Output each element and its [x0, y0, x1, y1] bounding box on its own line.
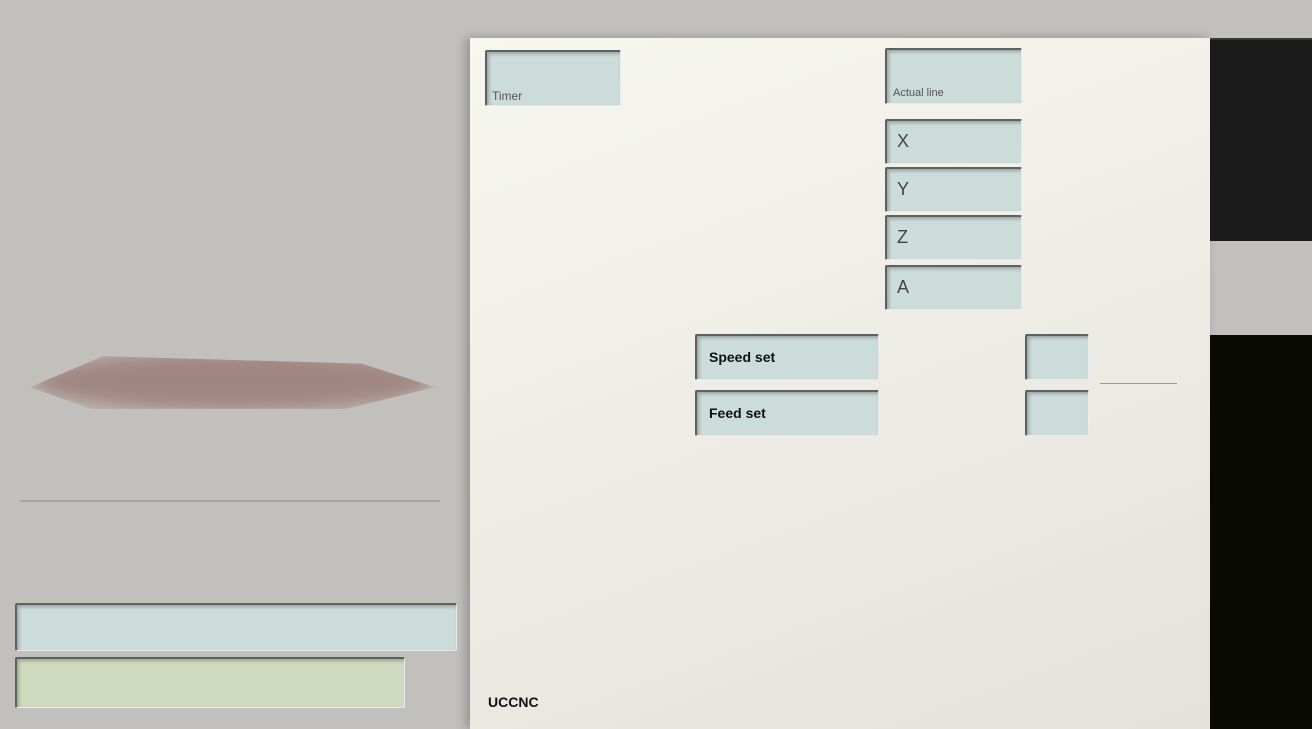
dro-a-axis[interactable]: A — [885, 265, 1022, 310]
status-field — [15, 657, 405, 708]
a-axis-label: A — [897, 277, 910, 297]
brand-label: UCCNC — [488, 694, 539, 710]
actual-line-label: Actual line — [893, 87, 944, 99]
speed-value-field[interactable] — [1025, 334, 1089, 380]
blurred-logo-image — [30, 356, 435, 409]
left-panel — [0, 0, 470, 729]
speed-set-field[interactable]: Speed set — [695, 334, 879, 380]
dro-x-axis[interactable]: X — [885, 119, 1022, 164]
feed-value-field[interactable] — [1025, 390, 1089, 436]
toolpath-viewer-top — [1210, 40, 1312, 241]
timer-label: Timer — [492, 89, 523, 103]
divider — [20, 500, 440, 502]
x-axis-label: X — [897, 131, 910, 151]
timer-field: Timer — [485, 50, 621, 106]
actual-line-field: Actual line — [885, 48, 1022, 104]
toolpath-viewer-bottom — [1210, 335, 1312, 729]
feed-set-field[interactable]: Feed set — [695, 390, 879, 436]
feed-set-label: Feed set — [709, 405, 766, 421]
dro-y-axis[interactable]: Y — [885, 167, 1022, 212]
y-axis-label: Y — [897, 179, 910, 199]
separator-line — [1100, 383, 1177, 384]
main-panel — [470, 38, 1210, 729]
speed-set-label: Speed set — [709, 349, 776, 365]
mdi-input[interactable] — [15, 603, 457, 651]
z-axis-label: Z — [897, 227, 908, 247]
dro-z-axis[interactable]: Z — [885, 215, 1022, 260]
